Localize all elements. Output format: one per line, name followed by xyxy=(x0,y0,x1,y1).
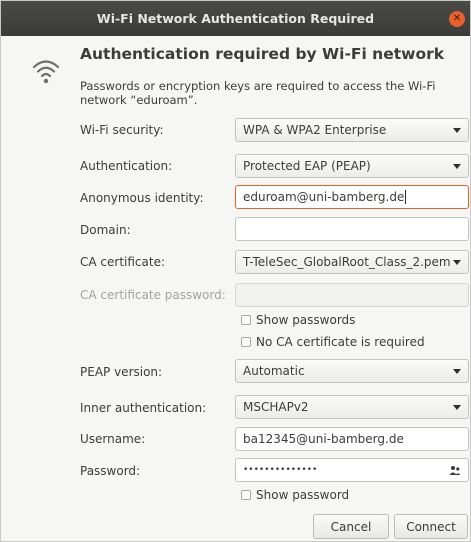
password-value: •••••••••••••• xyxy=(243,465,318,475)
ca-certificate-select[interactable]: T-TeleSec_GlobalRoot_Class_2.pem xyxy=(235,250,469,274)
inner-authentication-label: Inner authentication: xyxy=(80,401,207,415)
anonymous-identity-input[interactable]: eduroam@uni-bamberg.de xyxy=(235,185,469,209)
checkbox-icon xyxy=(241,337,251,347)
wifi-icon xyxy=(32,60,60,84)
connect-button[interactable]: Connect xyxy=(394,514,468,539)
dialog-message: Passwords or encryption keys are require… xyxy=(80,79,436,107)
password-label: Password: xyxy=(80,464,141,478)
domain-input[interactable] xyxy=(235,217,469,241)
username-input[interactable]: ba12345@uni-bamberg.de xyxy=(235,427,469,451)
wifi-security-label: Wi-Fi security: xyxy=(80,123,164,137)
wifi-security-select[interactable]: WPA & WPA2 Enterprise xyxy=(235,118,469,142)
username-label: Username: xyxy=(80,432,146,446)
ca-certificate-label: CA certificate: xyxy=(80,255,165,269)
anonymous-identity-value: eduroam@uni-bamberg.de xyxy=(243,190,405,204)
inner-authentication-select[interactable]: MSCHAPv2 xyxy=(235,395,469,419)
cancel-button[interactable]: Cancel xyxy=(313,514,389,539)
chevron-down-icon xyxy=(453,128,461,133)
show-password-label: Show password xyxy=(256,488,350,502)
inner-authentication-value: MSCHAPv2 xyxy=(243,400,309,414)
title-bar[interactable]: Wi-Fi Network Authentication Required ✕ xyxy=(1,1,470,36)
authentication-label: Authentication: xyxy=(80,159,173,173)
peap-version-select[interactable]: Automatic xyxy=(235,359,469,383)
auth-dialog: Wi-Fi Network Authentication Required ✕ … xyxy=(0,0,471,542)
chevron-down-icon xyxy=(453,369,461,374)
window-title: Wi-Fi Network Authentication Required xyxy=(96,11,375,26)
ca-certificate-value: T-TeleSec_GlobalRoot_Class_2.pem xyxy=(243,255,451,269)
peap-version-label: PEAP version: xyxy=(80,365,163,379)
show-passwords-label: Show passwords xyxy=(256,313,356,327)
close-icon[interactable]: ✕ xyxy=(449,11,465,27)
ca-certificate-password-input xyxy=(235,283,469,307)
checkbox-icon xyxy=(241,490,251,500)
chevron-down-icon xyxy=(453,260,461,265)
authentication-select[interactable]: Protected EAP (PEAP) xyxy=(235,154,469,178)
wifi-security-value: WPA & WPA2 Enterprise xyxy=(243,123,387,137)
ca-certificate-password-label: CA certificate password: xyxy=(80,288,226,302)
show-password-checkbox[interactable]: Show password xyxy=(241,488,349,502)
no-ca-required-checkbox[interactable]: No CA certificate is required xyxy=(241,335,425,349)
chevron-down-icon xyxy=(453,164,461,169)
authentication-value: Protected EAP (PEAP) xyxy=(243,159,371,173)
peap-version-value: Automatic xyxy=(243,364,305,378)
chevron-down-icon xyxy=(453,405,461,410)
checkbox-icon xyxy=(241,315,251,325)
anonymous-identity-label: Anonymous identity: xyxy=(80,191,204,205)
text-cursor xyxy=(405,190,407,204)
username-value: ba12345@uni-bamberg.de xyxy=(243,432,404,446)
no-ca-required-label: No CA certificate is required xyxy=(256,335,425,349)
show-passwords-checkbox[interactable]: Show passwords xyxy=(241,313,355,327)
domain-label: Domain: xyxy=(80,223,131,237)
dialog-heading: Authentication required by Wi-Fi network xyxy=(80,45,445,63)
person-icon[interactable] xyxy=(449,464,461,476)
password-input[interactable]: •••••••••••••• xyxy=(235,458,469,482)
